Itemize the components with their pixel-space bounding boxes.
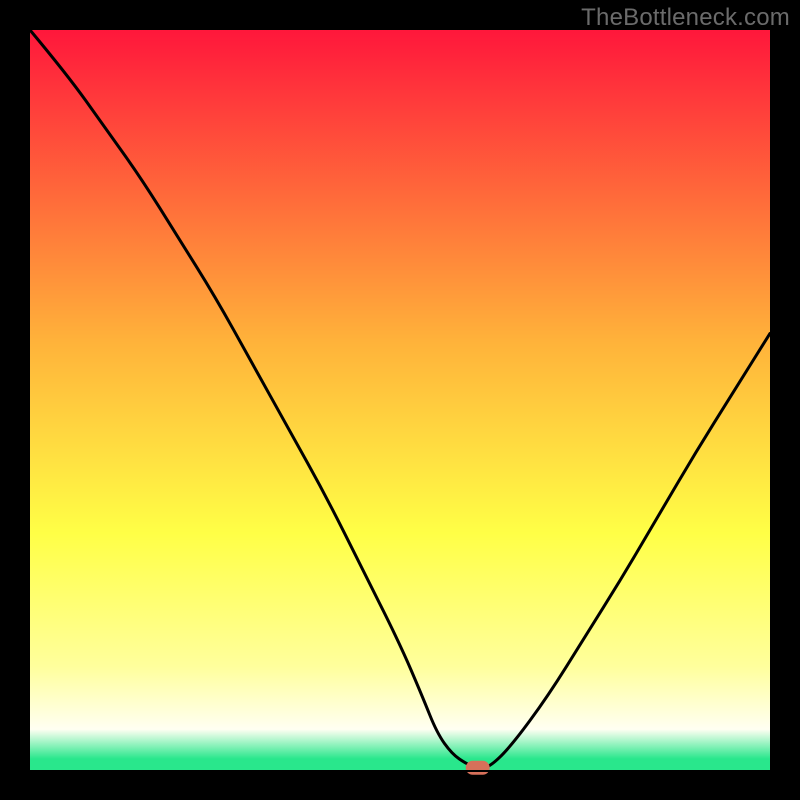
watermark-label: TheBottleneck.com xyxy=(581,4,790,32)
bottleneck-chart xyxy=(0,0,800,800)
optimal-marker xyxy=(466,761,490,775)
plot-background xyxy=(30,30,770,770)
chart-frame: TheBottleneck.com xyxy=(0,0,800,800)
